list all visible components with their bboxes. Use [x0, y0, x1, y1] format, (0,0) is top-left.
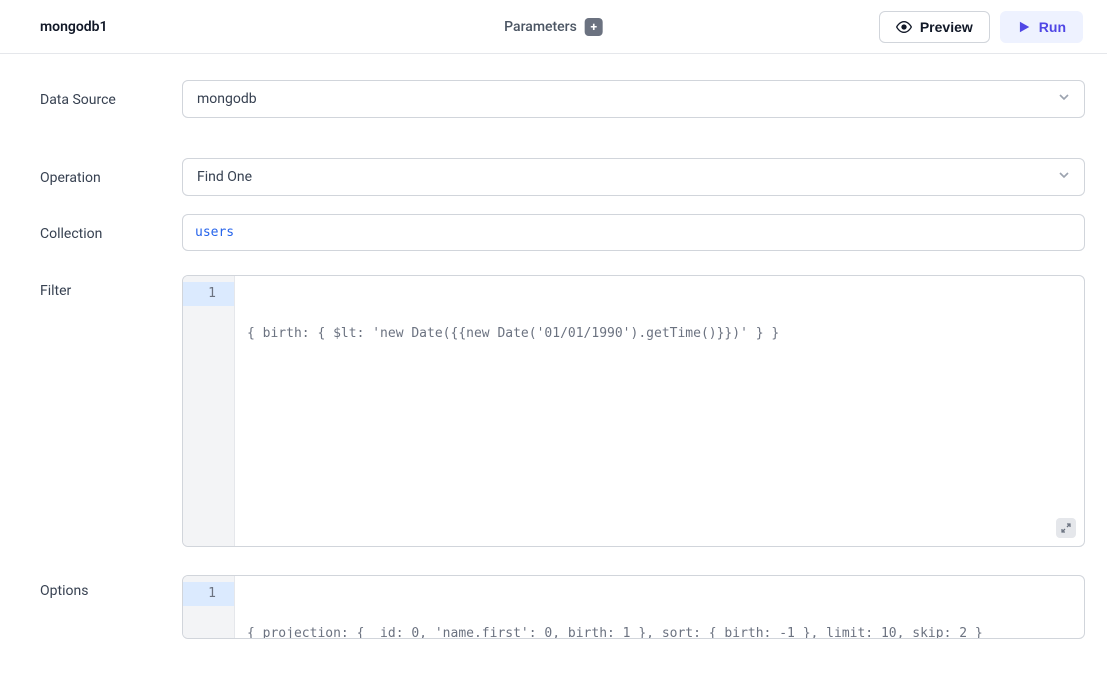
- parameters-label: Parameters: [504, 19, 577, 35]
- add-parameter-button[interactable]: +: [585, 18, 603, 36]
- header-bar: mongodb1 Parameters + Preview Run: [0, 0, 1107, 54]
- preview-button-label: Preview: [920, 19, 973, 35]
- data-source-select[interactable]: mongodb: [182, 80, 1085, 118]
- run-button[interactable]: Run: [1000, 11, 1083, 43]
- filter-code: { birth: { $lt: 'new Date({{new Date('01…: [247, 322, 1072, 344]
- data-source-row: Data Source mongodb: [40, 80, 1085, 118]
- options-code: { projection: { _id: 0, 'name.first': 0,…: [247, 622, 1072, 639]
- options-row: Options 1 { projection: { _id: 0, 'name.…: [40, 575, 1085, 639]
- preview-button[interactable]: Preview: [879, 11, 990, 43]
- filter-code-body[interactable]: { birth: { $lt: 'new Date({{new Date('01…: [235, 276, 1084, 546]
- filter-row: Filter 1 { birth: { $lt: 'new Date({{new…: [40, 275, 1085, 547]
- collection-value: users: [195, 225, 234, 240]
- chevron-down-icon: [1056, 89, 1072, 109]
- operation-value: Find One: [197, 169, 252, 185]
- line-number: 1: [183, 582, 234, 606]
- options-editor[interactable]: 1 { projection: { _id: 0, 'name.first': …: [182, 575, 1085, 639]
- collection-input[interactable]: users: [182, 214, 1085, 251]
- form-content: Data Source mongodb Operation Find One C…: [0, 54, 1107, 639]
- collection-row: Collection users: [40, 214, 1085, 251]
- parameters-section: Parameters +: [504, 18, 603, 36]
- data-source-value: mongodb: [197, 91, 257, 107]
- expand-icon[interactable]: [1056, 518, 1076, 538]
- run-button-label: Run: [1039, 19, 1066, 35]
- collection-label: Collection: [40, 214, 182, 242]
- chevron-down-icon: [1056, 167, 1072, 187]
- operation-row: Operation Find One: [40, 158, 1085, 196]
- options-label: Options: [40, 575, 182, 599]
- eye-icon: [896, 19, 912, 35]
- operation-label: Operation: [40, 158, 182, 186]
- data-source-label: Data Source: [40, 80, 182, 108]
- options-gutter: 1: [183, 576, 235, 638]
- query-title[interactable]: mongodb1: [40, 19, 108, 35]
- header-actions: Preview Run: [879, 11, 1083, 43]
- options-code-body[interactable]: { projection: { _id: 0, 'name.first': 0,…: [235, 576, 1084, 638]
- play-icon: [1017, 20, 1031, 34]
- filter-label: Filter: [40, 275, 182, 299]
- line-number: 1: [183, 282, 234, 306]
- filter-gutter: 1: [183, 276, 235, 546]
- filter-editor[interactable]: 1 { birth: { $lt: 'new Date({{new Date('…: [182, 275, 1085, 547]
- operation-select[interactable]: Find One: [182, 158, 1085, 196]
